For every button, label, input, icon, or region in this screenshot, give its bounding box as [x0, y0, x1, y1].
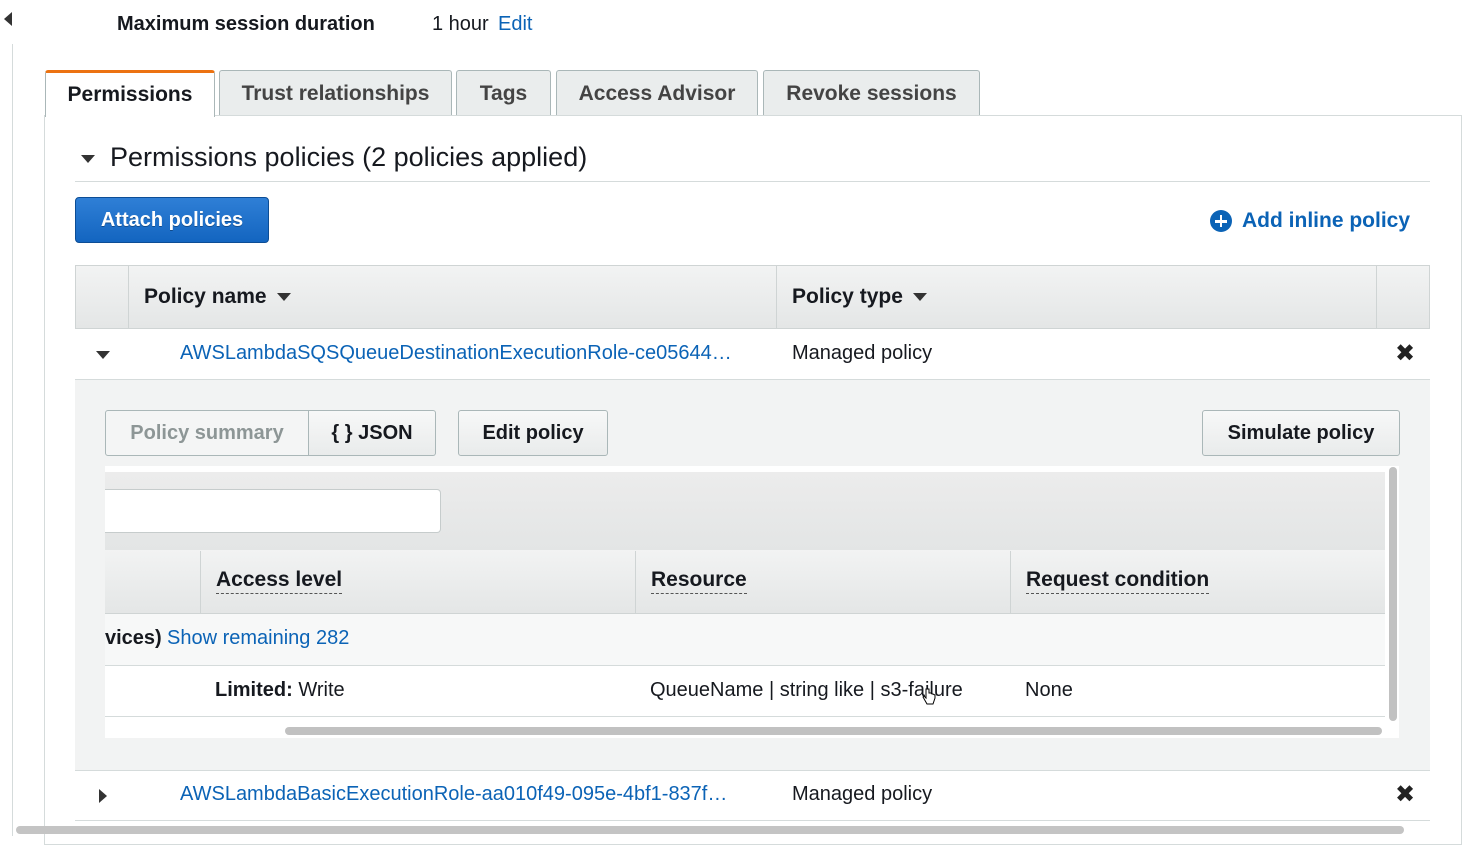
column-divider [128, 266, 129, 328]
services-count-text: vices) [105, 627, 162, 649]
column-header-resource[interactable]: Resource [651, 568, 747, 594]
column-divider [200, 551, 201, 613]
column-header-request-condition[interactable]: Request condition [1026, 568, 1210, 594]
policy-type-header-label: Policy type [792, 285, 903, 308]
access-level-value: Write [292, 679, 345, 701]
column-header-access-level[interactable]: Access level [216, 568, 343, 594]
policy-link[interactable]: AWSLambdaSQSQueueDestinationExecutionRol… [180, 342, 732, 365]
collapse-section-icon[interactable] [81, 155, 95, 163]
filter-input[interactable] [105, 489, 441, 533]
request-condition-cell: None [1025, 679, 1073, 701]
access-level-bold: Limited: [215, 679, 293, 701]
sort-caret-icon [912, 293, 927, 301]
hand-cursor-icon [922, 688, 936, 705]
remove-policy-icon[interactable]: ✖ [1395, 783, 1415, 807]
edit-policy-button[interactable]: Edit policy [458, 410, 608, 456]
add-inline-policy-button[interactable]: Add inline policy [1210, 207, 1410, 235]
row-divider [75, 770, 1430, 771]
max-session-duration-label: Maximum session duration [117, 13, 375, 35]
max-session-duration-value: 1 hour [432, 13, 489, 35]
resource-cell: QueueName | string like | s3-failure [650, 679, 963, 701]
policy-link[interactable]: AWSLambdaBasicExecutionRole-aa010f49-095… [180, 783, 727, 806]
collapse-row-icon[interactable] [96, 351, 110, 359]
collapse-sidebar-icon[interactable] [4, 12, 12, 26]
column-divider [1376, 266, 1377, 328]
plus-circle-icon [1210, 210, 1232, 232]
sort-caret-icon [276, 293, 291, 301]
sidebar-divider [12, 44, 13, 836]
json-button[interactable]: { } JSON [309, 410, 436, 456]
column-header-policy-type[interactable]: Policy type [792, 285, 927, 309]
edit-session-duration-link[interactable]: Edit [498, 13, 532, 36]
column-divider [635, 551, 636, 613]
simulate-policy-button[interactable]: Simulate policy [1202, 410, 1400, 456]
policy-summary-button[interactable]: Policy summary [105, 410, 309, 456]
row-divider [75, 820, 1430, 821]
policy-name-header-label: Policy name [144, 285, 267, 308]
remove-policy-icon[interactable]: ✖ [1395, 342, 1415, 366]
column-divider [776, 266, 777, 328]
column-header-policy-name[interactable]: Policy name [144, 285, 291, 309]
expand-row-icon[interactable] [99, 789, 107, 803]
policy-type-cell: Managed policy [792, 342, 933, 364]
policy-type-cell: Managed policy [792, 783, 933, 805]
tab-permissions[interactable]: Permissions [45, 70, 215, 117]
tab-tags[interactable]: Tags [456, 70, 551, 116]
access-level-cell: Limited: Write [215, 679, 345, 702]
attach-policies-button[interactable]: Attach policies [75, 197, 269, 243]
show-remaining-link[interactable]: Show remaining 282 [167, 627, 349, 650]
tab-access-advisor[interactable]: Access Advisor [556, 70, 758, 116]
section-divider [75, 181, 1430, 182]
horizontal-scrollbar[interactable] [285, 727, 1382, 735]
vertical-scrollbar[interactable] [1389, 467, 1397, 721]
tab-trust-relationships[interactable]: Trust relationships [219, 70, 452, 116]
permissions-policies-title: Permissions policies (2 policies applied… [110, 142, 588, 172]
add-inline-policy-label: Add inline policy [1242, 209, 1411, 232]
column-divider [1010, 551, 1011, 613]
tab-revoke-sessions[interactable]: Revoke sessions [763, 70, 980, 116]
page-horizontal-scrollbar[interactable] [16, 826, 1404, 834]
